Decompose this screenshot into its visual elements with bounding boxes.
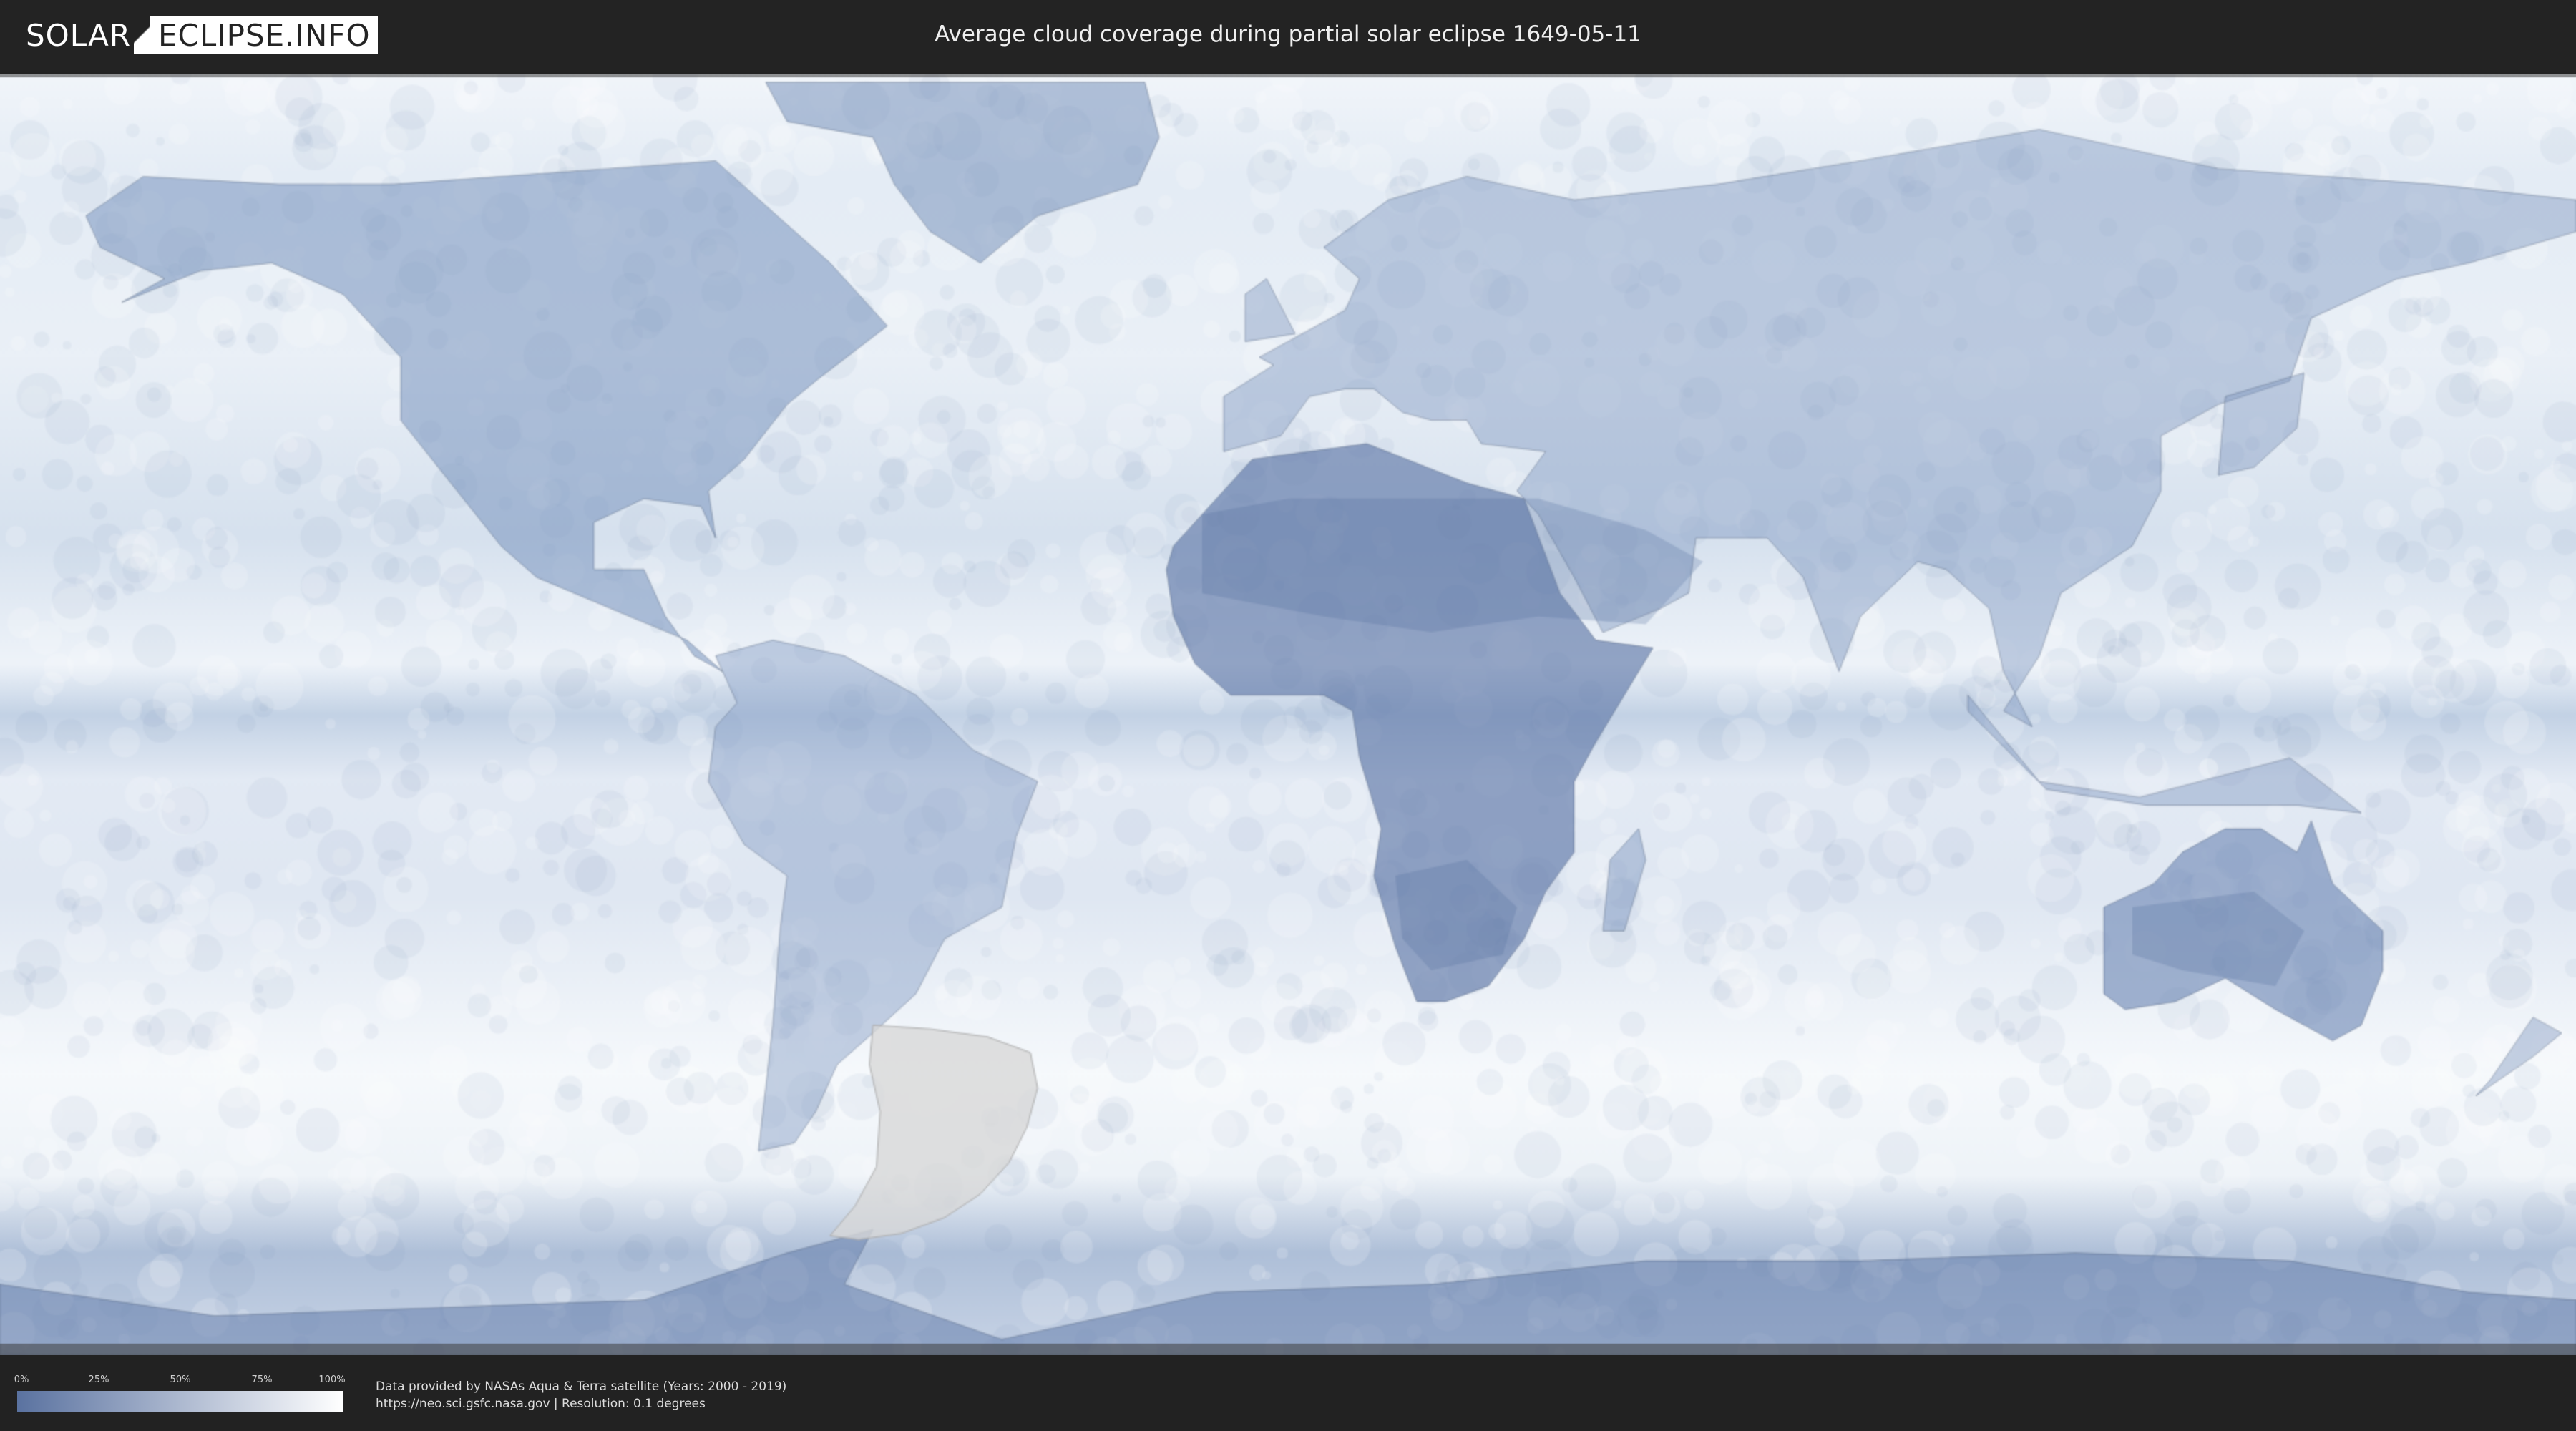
cloud-coverage-map [0,74,2576,1355]
credit-source: Data provided by NASAs Aqua & Terra sate… [376,1379,787,1394]
credit-url-resolution: https://neo.sci.gsfc.nasa.gov | Resoluti… [376,1397,706,1411]
legend-tick-50: 50% [170,1374,191,1385]
data-credits: Data provided by NASAs Aqua & Terra sate… [376,1378,786,1412]
page-title: Average cloud coverage during partial so… [935,21,1641,47]
legend-tick-25: 25% [88,1374,109,1385]
cloud-coverage-legend: 0% 25% 50% 75% 100% [14,1374,346,1414]
header-bar: SOLAR ECLIPSE.INFO Average cloud coverag… [0,0,2576,72]
legend-tick-75: 75% [251,1374,273,1385]
legend-tick-0: 0% [14,1374,29,1385]
legend-color-bar [17,1391,343,1412]
legend-tick-100: 100% [318,1374,346,1385]
